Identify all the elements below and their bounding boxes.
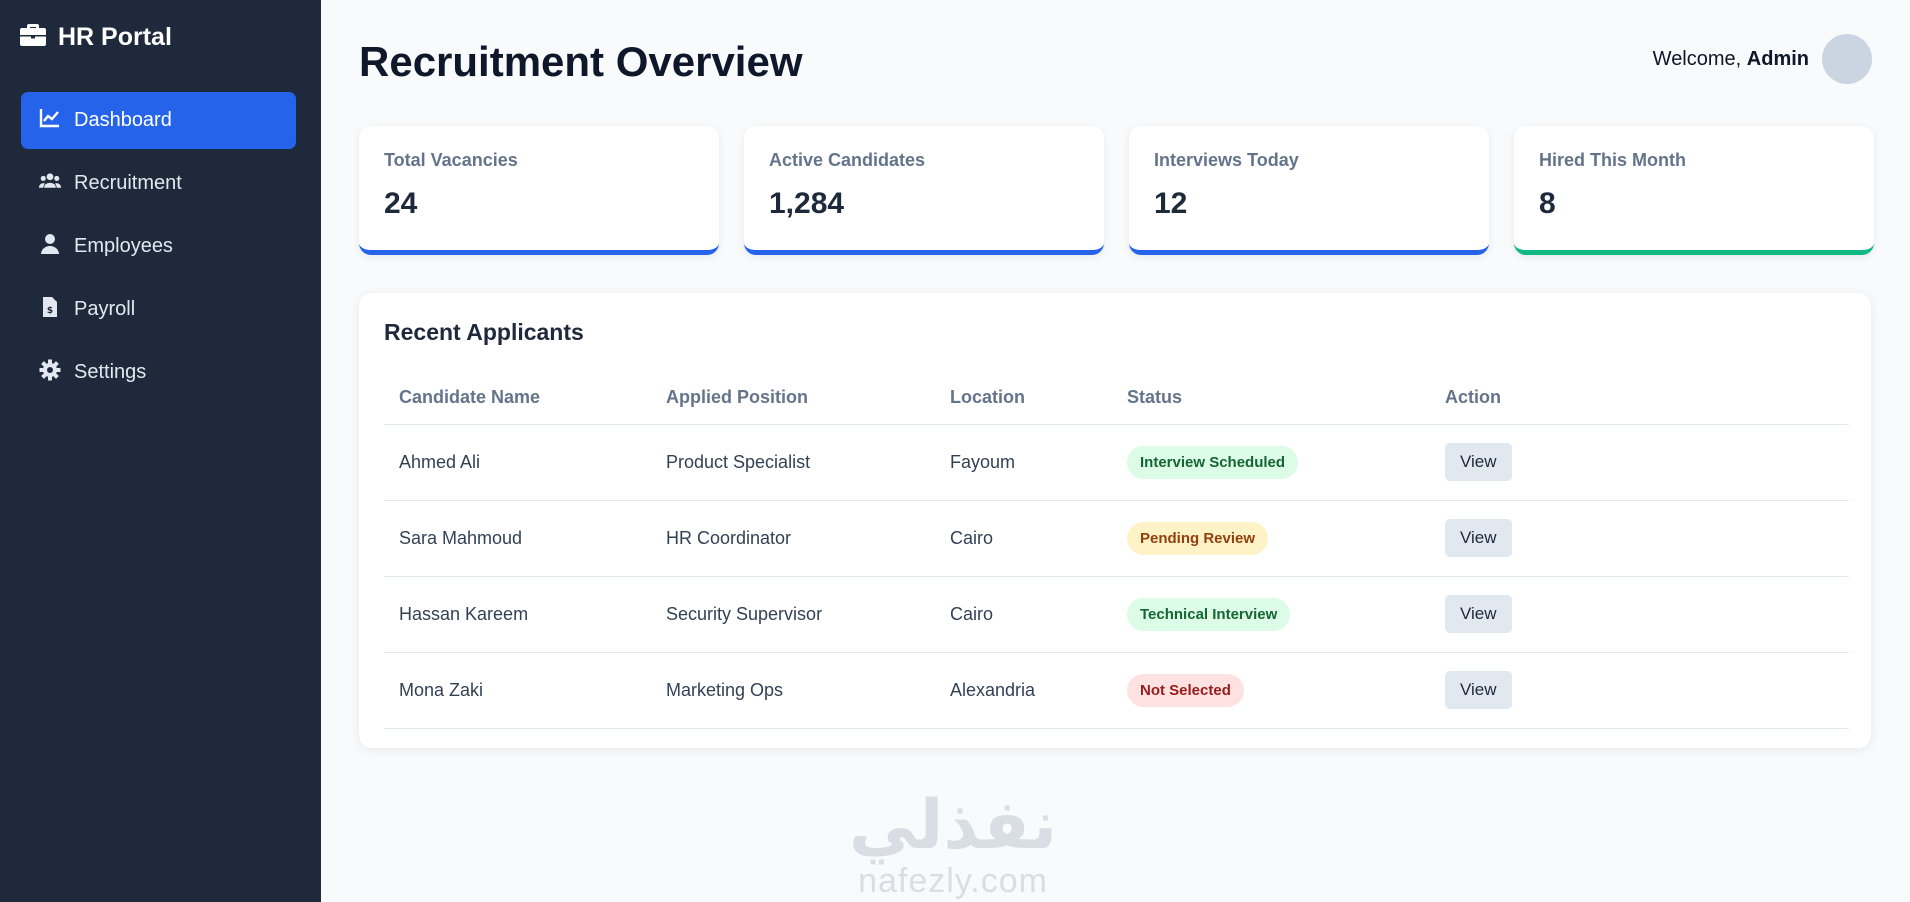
- stat-label: Hired This Month: [1539, 150, 1686, 170]
- candidate-name: Mona Zaki: [384, 652, 651, 729]
- location: Cairo: [935, 500, 1112, 577]
- page-title: Recruitment Overview: [359, 38, 803, 85]
- action-cell: View: [1430, 652, 1849, 729]
- sidebar-item-recruitment[interactable]: Recruitment: [21, 155, 296, 212]
- view-button[interactable]: View: [1445, 671, 1512, 709]
- status-badge: Interview Scheduled: [1127, 445, 1299, 479]
- stats-row: Total Vacancies 24 Active Candidates 1,2…: [359, 126, 1874, 255]
- sidebar: HR Portal Dashboard Recruitment Employee…: [0, 0, 321, 902]
- stat-card-total-vacancies: Total Vacancies 24: [359, 126, 719, 255]
- sidebar-item-payroll[interactable]: $ Payroll: [21, 281, 296, 338]
- user-icon: [39, 233, 61, 261]
- table-row: Ahmed Ali Product Specialist Fayoum Inte…: [384, 424, 1849, 501]
- sidebar-item-settings[interactable]: Settings: [21, 344, 296, 401]
- sidebar-item-label: Employees: [74, 235, 173, 257]
- action-cell: View: [1430, 576, 1849, 653]
- location: Cairo: [935, 576, 1112, 653]
- panel-title: Recent Applicants: [384, 319, 584, 345]
- welcome-prefix: Welcome,: [1652, 47, 1742, 70]
- user-name: Admin: [1746, 47, 1809, 70]
- invoice-dollar-icon: $: [39, 296, 61, 324]
- table-row: Hassan Kareem Security Supervisor Cairo …: [384, 576, 1849, 653]
- location: Fayoum: [935, 424, 1112, 501]
- stat-card-hired-this-month: Hired This Month 8: [1514, 126, 1874, 255]
- sidebar-item-label: Settings: [74, 361, 147, 383]
- action-cell: View: [1430, 500, 1849, 577]
- stat-label: Total Vacancies: [384, 150, 518, 170]
- watermark: نفذلي nafezly.com: [849, 788, 1057, 900]
- svg-text:$: $: [47, 306, 53, 316]
- stat-label: Active Candidates: [769, 150, 926, 170]
- column-header-applied-position: Applied Position: [651, 372, 935, 425]
- applicants-table: Candidate Name Applied Position Location…: [384, 372, 1849, 729]
- sidebar-item-label: Payroll: [74, 298, 136, 320]
- action-cell: View: [1430, 424, 1849, 501]
- stat-value: 12: [1154, 187, 1188, 220]
- status-badge: Pending Review: [1127, 521, 1269, 555]
- stat-card-interviews-today: Interviews Today 12: [1129, 126, 1489, 255]
- brand[interactable]: HR Portal: [20, 22, 172, 53]
- avatar[interactable]: [1822, 34, 1872, 84]
- candidate-name: Hassan Kareem: [384, 576, 651, 653]
- status-cell: Interview Scheduled: [1112, 424, 1430, 501]
- stat-label: Interviews Today: [1154, 150, 1299, 170]
- applied-position: HR Coordinator: [651, 500, 935, 577]
- sidebar-item-dashboard[interactable]: Dashboard: [21, 92, 296, 149]
- applied-position: Marketing Ops: [651, 652, 935, 729]
- candidate-name: Ahmed Ali: [384, 424, 651, 501]
- welcome-text: Welcome, Admin: [1653, 48, 1809, 71]
- applied-position: Security Supervisor: [651, 576, 935, 653]
- column-header-status: Status: [1112, 372, 1430, 425]
- main-content: Recruitment Overview Welcome, Admin Tota…: [321, 0, 1910, 902]
- location: Alexandria: [935, 652, 1112, 729]
- stat-card-active-candidates: Active Candidates 1,284: [744, 126, 1104, 255]
- status-badge: Not Selected: [1127, 673, 1244, 707]
- stat-value: 24: [384, 187, 418, 220]
- applied-position: Product Specialist: [651, 424, 935, 501]
- recent-applicants-panel: Recent Applicants Candidate Name Applied…: [359, 293, 1871, 748]
- candidate-name: Sara Mahmoud: [384, 500, 651, 577]
- chart-line-icon: [39, 107, 61, 135]
- view-button[interactable]: View: [1445, 443, 1512, 481]
- view-button[interactable]: View: [1445, 595, 1512, 633]
- status-cell: Not Selected: [1112, 652, 1430, 729]
- briefcase-icon: [20, 22, 46, 53]
- status-cell: Technical Interview: [1112, 576, 1430, 653]
- gear-icon: [39, 359, 61, 387]
- sidebar-item-label: Dashboard: [74, 109, 172, 131]
- table-header-row: Candidate Name Applied Position Location…: [384, 372, 1849, 425]
- column-header-action: Action: [1430, 372, 1849, 425]
- sidebar-nav: Dashboard Recruitment Employees $ Payrol…: [21, 92, 296, 407]
- users-icon: [38, 170, 62, 198]
- table-row: Sara Mahmoud HR Coordinator Cairo Pendin…: [384, 500, 1849, 577]
- sidebar-item-label: Recruitment: [74, 172, 182, 194]
- status-badge: Technical Interview: [1127, 597, 1291, 631]
- status-cell: Pending Review: [1112, 500, 1430, 577]
- sidebar-item-employees[interactable]: Employees: [21, 218, 296, 275]
- column-header-candidate-name: Candidate Name: [384, 372, 651, 425]
- watermark-arabic: نفذلي: [849, 787, 1058, 863]
- column-header-location: Location: [935, 372, 1112, 425]
- view-button[interactable]: View: [1445, 519, 1512, 557]
- stat-value: 8: [1539, 187, 1556, 220]
- brand-title: HR Portal: [58, 23, 172, 51]
- stat-value: 1,284: [769, 187, 845, 220]
- table-row: Mona Zaki Marketing Ops Alexandria Not S…: [384, 652, 1849, 729]
- watermark-latin: nafezly.com: [858, 862, 1048, 900]
- user-welcome: Welcome, Admin: [1653, 34, 1872, 84]
